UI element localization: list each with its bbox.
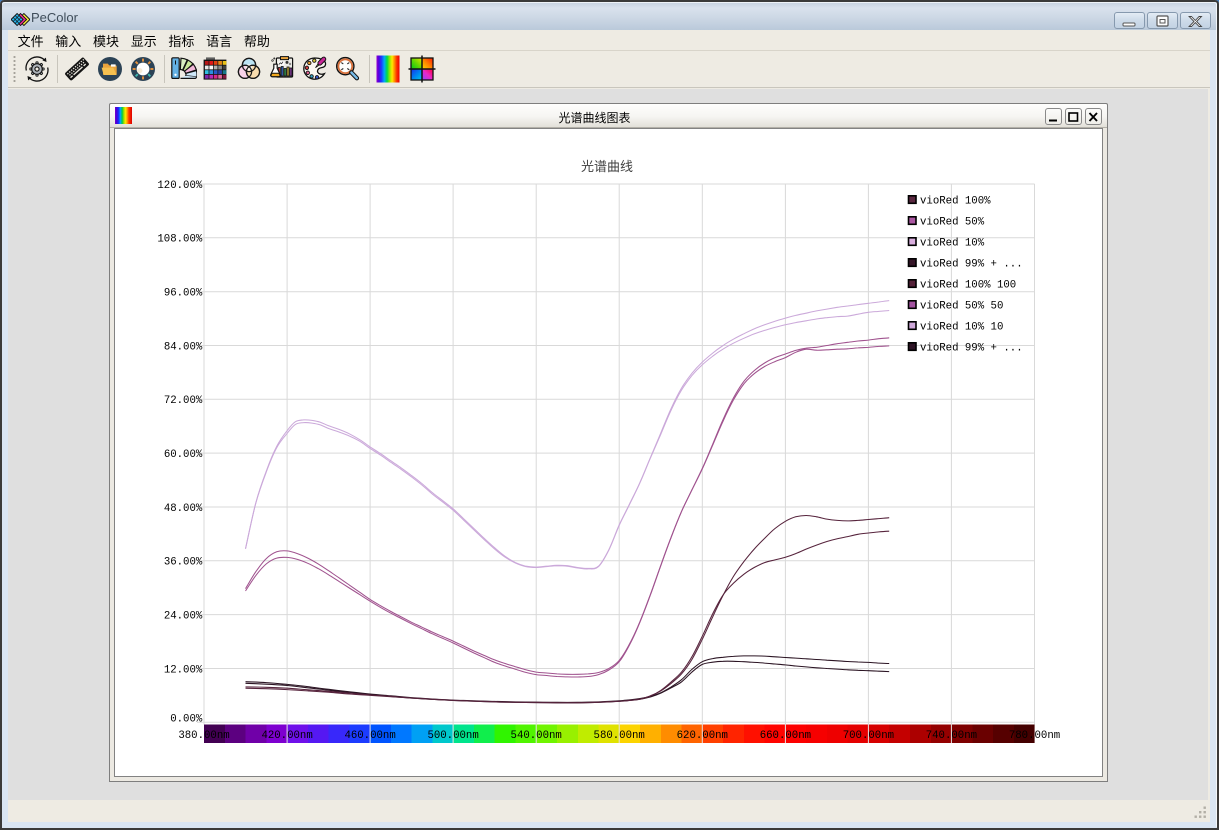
svg-text:84.00%: 84.00%	[164, 341, 203, 353]
svg-text:420.00nm: 420.00nm	[261, 730, 312, 742]
svg-text:vioRed 99% + ...: vioRed 99% + ...	[920, 259, 1023, 271]
svg-text:48.00%: 48.00%	[164, 503, 203, 515]
svg-text:vioRed 50%: vioRed 50%	[920, 217, 985, 229]
svg-text:vioRed 50% 50: vioRed 50% 50	[920, 301, 1003, 313]
svg-text:108.00%: 108.00%	[157, 234, 202, 246]
svg-text:vioRed 10% 10: vioRed 10% 10	[920, 322, 1003, 334]
svg-text:光谱曲线: 光谱曲线	[581, 156, 633, 175]
svg-text:660.00nm: 660.00nm	[760, 730, 811, 742]
svg-text:620.00nm: 620.00nm	[677, 730, 728, 742]
svg-text:500.00nm: 500.00nm	[427, 730, 478, 742]
svg-text:780.00nm: 780.00nm	[1009, 730, 1060, 742]
svg-text:vioRed 10%: vioRed 10%	[920, 238, 985, 250]
svg-text:vioRed 100% 100: vioRed 100% 100	[920, 280, 1016, 292]
svg-text:60.00%: 60.00%	[164, 449, 203, 461]
svg-text:12.00%: 12.00%	[164, 664, 203, 676]
svg-text:380.00nm: 380.00nm	[178, 730, 229, 742]
svg-text:72.00%: 72.00%	[164, 395, 203, 407]
svg-text:460.00nm: 460.00nm	[344, 730, 395, 742]
svg-text:0.00%: 0.00%	[170, 714, 203, 726]
svg-text:36.00%: 36.00%	[164, 557, 203, 569]
svg-text:120.00%: 120.00%	[157, 180, 202, 192]
svg-text:740.00nm: 740.00nm	[926, 730, 977, 742]
svg-text:vioRed 100%: vioRed 100%	[920, 196, 991, 208]
svg-text:24.00%: 24.00%	[164, 610, 203, 622]
svg-text:580.00nm: 580.00nm	[594, 730, 645, 742]
svg-text:700.00nm: 700.00nm	[843, 730, 894, 742]
svg-text:vioRed 99% + ...: vioRed 99% + ...	[920, 343, 1023, 355]
svg-text:540.00nm: 540.00nm	[511, 730, 562, 742]
svg-text:96.00%: 96.00%	[164, 288, 203, 300]
